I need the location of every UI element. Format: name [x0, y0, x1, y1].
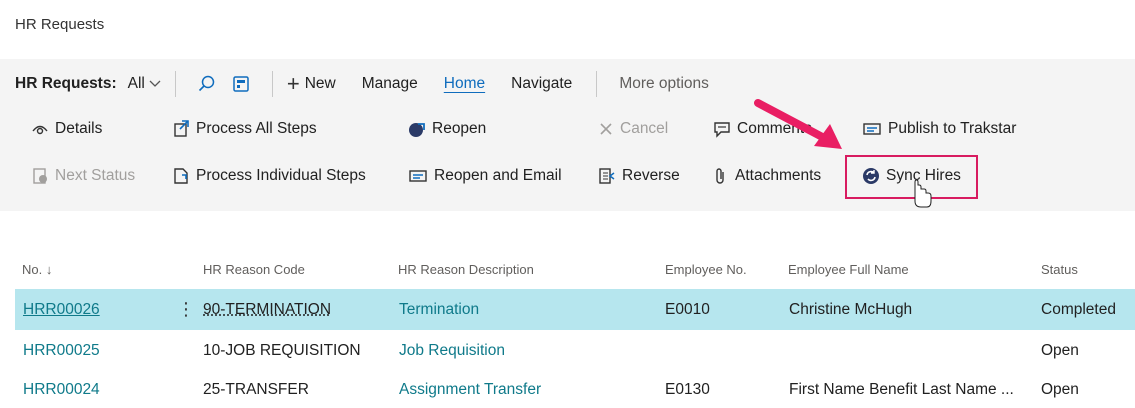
divider [175, 71, 176, 97]
cancel-button[interactable]: Cancel [598, 120, 668, 138]
process-icon [172, 120, 190, 138]
search-icon[interactable] [196, 73, 218, 95]
next-status-label: Next Status [55, 167, 135, 185]
reopen-button[interactable]: Reopen [408, 120, 486, 138]
column-header-employee-full-name[interactable]: Employee Full Name [788, 262, 909, 277]
cell-employee-full-name: First Name Benefit Last Name ... [789, 369, 1014, 408]
cell-reason-code[interactable]: 90-TERMINATION [203, 289, 331, 330]
email-icon [408, 168, 428, 184]
publish-to-trakstar-label: Publish to Trakstar [888, 120, 1016, 138]
plus-icon: + [287, 73, 300, 95]
process-individual-steps-button[interactable]: Process Individual Steps [172, 167, 366, 185]
column-header-reason-code[interactable]: HR Reason Code [203, 262, 305, 277]
column-header-employee-no[interactable]: Employee No. [665, 262, 747, 277]
comment-icon [713, 120, 731, 138]
column-header-no[interactable]: No. ↓ [22, 262, 52, 277]
comments-button[interactable]: Comments [713, 120, 812, 138]
new-label: New [305, 75, 336, 93]
attachments-label: Attachments [735, 167, 821, 185]
reopen-and-email-label: Reopen and Email [434, 167, 562, 185]
cancel-label: Cancel [620, 120, 668, 138]
divider [272, 71, 273, 97]
filter-pane-icon[interactable] [230, 73, 252, 95]
publish-icon [862, 121, 882, 137]
details-label: Details [55, 120, 102, 138]
cell-status: Open [1041, 330, 1079, 371]
next-status-icon [31, 167, 49, 185]
reverse-icon [598, 167, 616, 185]
cell-employee-no: E0010 [665, 289, 710, 330]
menu-manage[interactable]: Manage [362, 75, 418, 93]
details-button[interactable]: Details [31, 120, 102, 138]
publish-to-trakstar-button[interactable]: Publish to Trakstar [862, 120, 1016, 138]
reopen-icon [408, 120, 426, 138]
new-button[interactable]: + New [287, 73, 336, 95]
cell-reason-description[interactable]: Job Requisition [399, 330, 505, 371]
table-row[interactable]: HRR00024 25-TRANSFER Assignment Transfer… [15, 369, 1135, 408]
highlight-box [845, 155, 978, 199]
reverse-button[interactable]: Reverse [598, 167, 680, 185]
cell-status: Completed [1041, 289, 1116, 330]
process-all-steps-label: Process All Steps [196, 120, 317, 138]
eye-icon [31, 121, 49, 137]
next-status-button[interactable]: Next Status [31, 167, 135, 185]
cell-no[interactable]: HRR00024 [23, 369, 100, 408]
cell-no[interactable]: HRR00026 [23, 289, 100, 330]
reopen-label: Reopen [432, 120, 486, 138]
menu-home[interactable]: Home [444, 75, 485, 93]
process-individual-steps-label: Process Individual Steps [196, 167, 366, 185]
menu-navigate[interactable]: Navigate [511, 75, 572, 93]
reverse-label: Reverse [622, 167, 680, 185]
column-header-reason-description[interactable]: HR Reason Description [398, 262, 534, 277]
comments-label: Comments [737, 120, 812, 138]
cell-employee-full-name: Christine McHugh [789, 289, 912, 330]
document-icon [172, 167, 190, 185]
column-header-status[interactable]: Status [1041, 262, 1078, 277]
table-row[interactable]: HRR00026 ⋮ 90-TERMINATION Termination E0… [15, 289, 1135, 330]
view-selector[interactable]: All [128, 75, 161, 93]
cell-status: Open [1041, 369, 1079, 408]
paperclip-icon [713, 167, 729, 185]
cell-employee-no: E0130 [665, 369, 710, 408]
divider [596, 71, 597, 97]
row-menu-icon[interactable]: ⋮ [177, 289, 195, 330]
cell-reason-description[interactable]: Assignment Transfer [399, 369, 541, 408]
cell-no[interactable]: HRR00025 [23, 330, 100, 371]
reopen-and-email-button[interactable]: Reopen and Email [408, 167, 562, 185]
cell-reason-code: 10-JOB REQUISITION [203, 330, 361, 371]
cell-reason-description[interactable]: Termination [399, 289, 479, 330]
action-bar: HR Requests: All + New Manage Home Navig… [15, 70, 709, 98]
list-title: HR Requests: [15, 75, 117, 93]
more-options-button[interactable]: More options [619, 75, 709, 93]
table-row[interactable]: HRR00025 10-JOB REQUISITION Job Requisit… [15, 330, 1135, 371]
process-all-steps-button[interactable]: Process All Steps [172, 120, 317, 138]
cell-reason-code: 25-TRANSFER [203, 369, 309, 408]
attachments-button[interactable]: Attachments [713, 167, 821, 185]
chevron-down-icon [149, 77, 161, 91]
close-icon [598, 121, 614, 137]
view-label: All [128, 75, 145, 93]
page-title: HR Requests [15, 16, 104, 33]
